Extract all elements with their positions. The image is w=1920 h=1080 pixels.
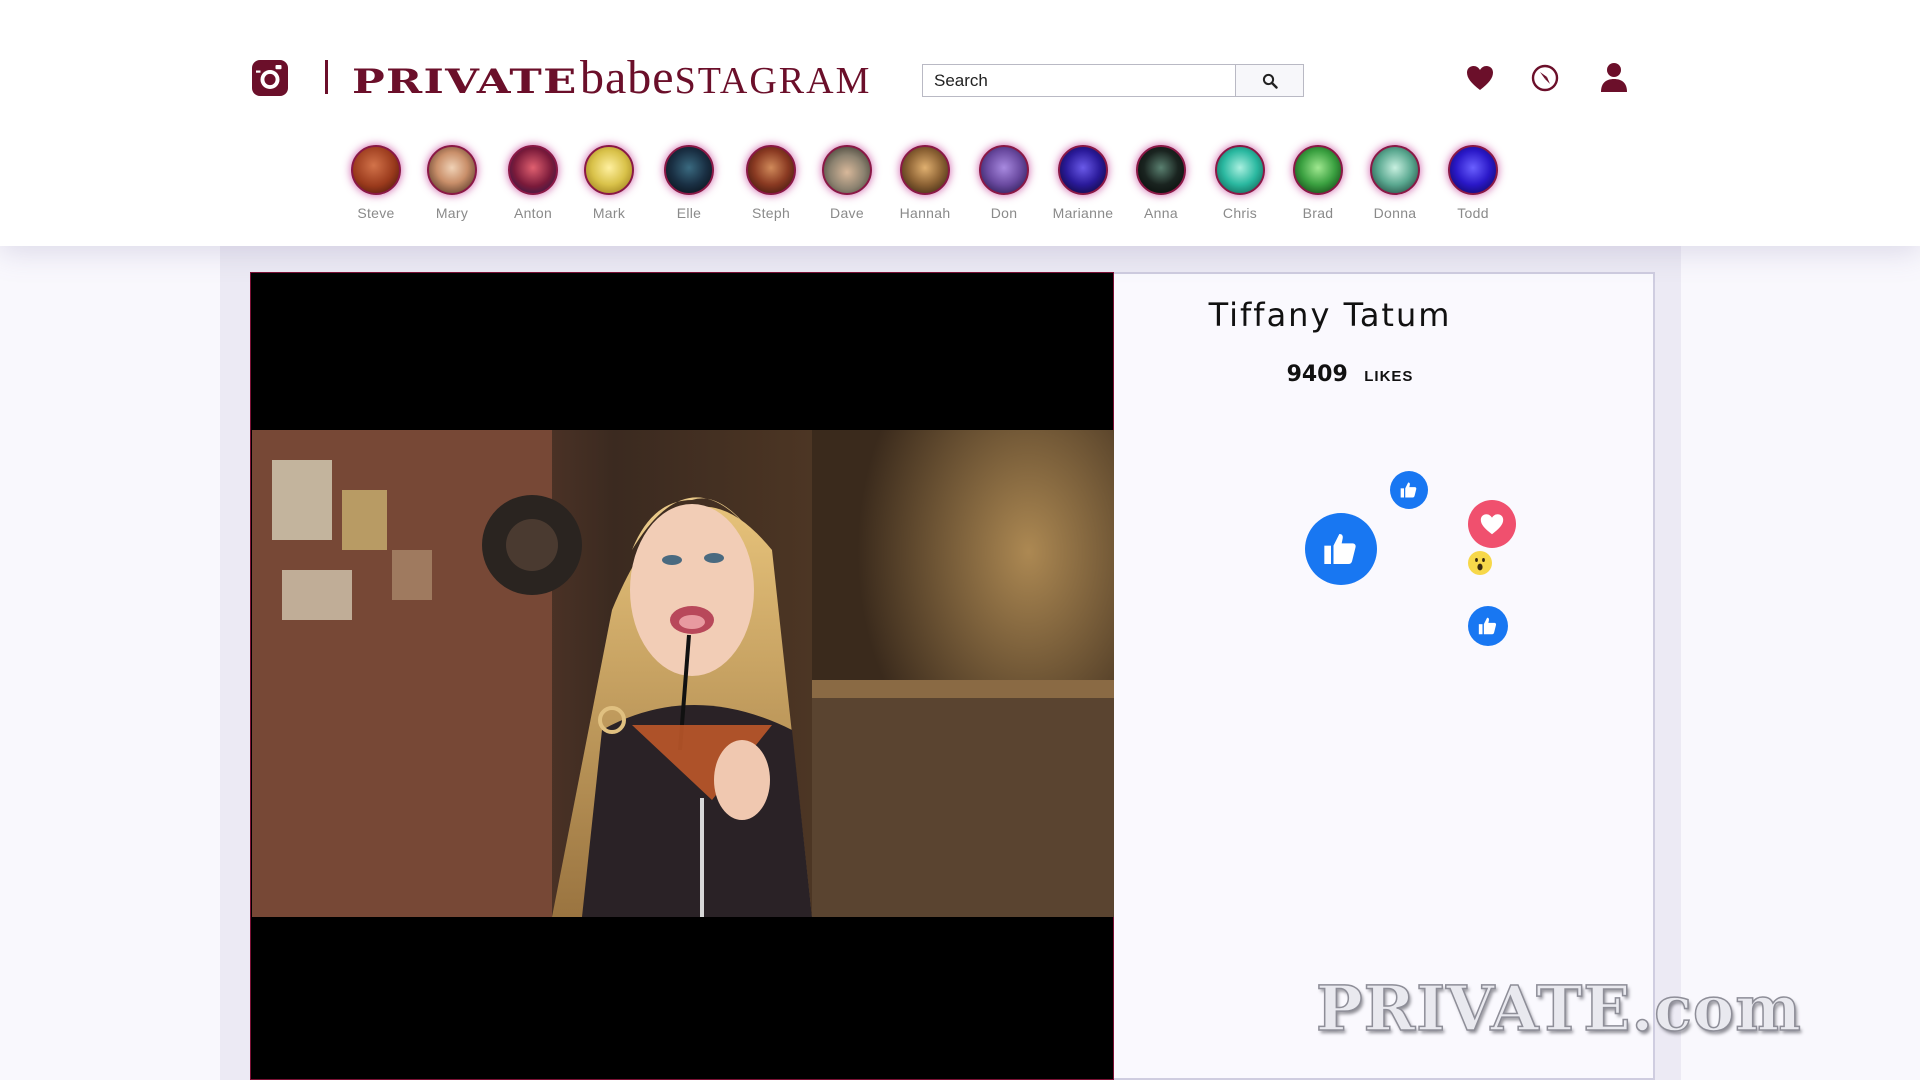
thumbs-up-icon [1324, 534, 1356, 564]
thumbs-up-icon [1478, 617, 1497, 635]
video-player[interactable] [250, 272, 1114, 1080]
avatar[interactable] [508, 145, 558, 195]
avatar[interactable] [1136, 145, 1186, 195]
avatar[interactable] [1215, 145, 1265, 195]
avatar[interactable] [664, 145, 714, 195]
avatar[interactable] [1058, 145, 1108, 195]
likes-count: 9409 [1286, 362, 1348, 387]
avatar[interactable] [584, 145, 634, 195]
avatar[interactable] [1370, 145, 1420, 195]
avatar[interactable] [1293, 145, 1343, 195]
wow-emoji-reaction[interactable] [1468, 551, 1492, 575]
thumbs-up-icon [1400, 482, 1417, 498]
likes-label: LIKES [1364, 368, 1414, 385]
avatar[interactable] [822, 145, 872, 195]
avatar[interactable] [351, 145, 401, 195]
wow-emoji-icon [1469, 552, 1491, 574]
likes-counter: 9409 LIKES [1120, 362, 1580, 387]
avatar[interactable] [979, 145, 1029, 195]
model-name-title: Tiffany Tatum [1208, 296, 1452, 334]
avatar[interactable] [1448, 145, 1498, 195]
top-header: PRIVATE babe STAGRAM Steve Mary [0, 0, 1920, 246]
heart-icon [1480, 514, 1504, 535]
thumbs-up-reaction-large[interactable] [1305, 513, 1377, 585]
heart-reaction[interactable] [1468, 500, 1516, 548]
stories-bar: Steve Mary Anton Mark Elle Steph Dave Ha… [0, 0, 1920, 246]
avatar[interactable] [746, 145, 796, 195]
story-name: Todd [1457, 205, 1489, 221]
thumbs-up-reaction-small[interactable] [1390, 471, 1428, 509]
video-frame-image [252, 430, 1114, 917]
story-item[interactable]: Todd [1425, 145, 1521, 221]
bar-scene-illustration [252, 430, 1114, 917]
avatar[interactable] [900, 145, 950, 195]
private-com-watermark: PRIVATE.com [1315, 971, 1802, 1046]
thumbs-up-reaction-small[interactable] [1468, 606, 1508, 646]
avatar[interactable] [427, 145, 477, 195]
